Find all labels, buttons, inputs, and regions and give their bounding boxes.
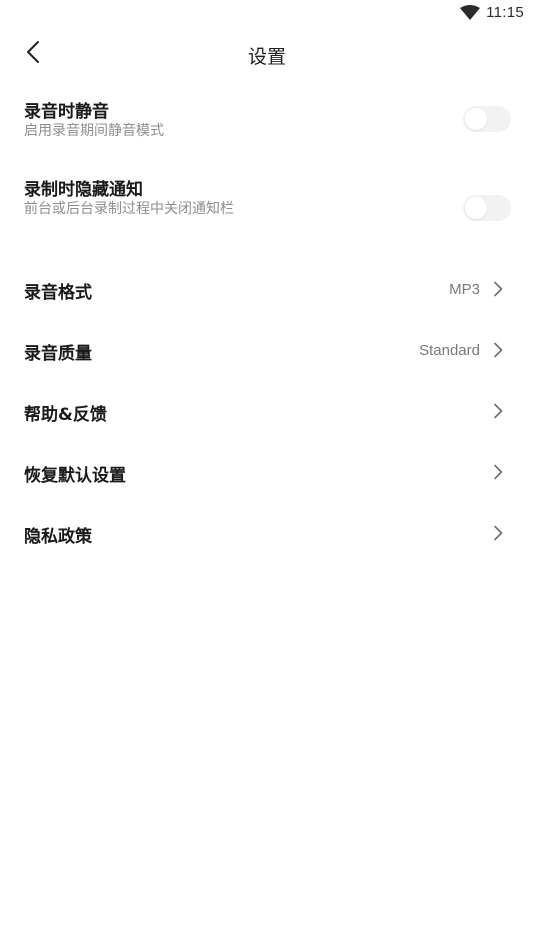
toggle-row-mute-while-recording: 录音时静音 启用录音期间静音模式: [0, 92, 534, 152]
mute-while-recording-switch[interactable]: [463, 106, 511, 132]
nav-item-help-feedback[interactable]: 帮助&反馈: [0, 383, 534, 439]
chevron-right-icon: [492, 403, 504, 419]
nav-label: 帮助&反馈: [24, 405, 107, 425]
chevron-right-icon: [492, 525, 504, 541]
nav-item-recording-quality[interactable]: 录音质量 Standard: [0, 322, 534, 378]
nav-item-recording-format[interactable]: 录音格式 MP3: [0, 261, 534, 317]
nav-label: 录音格式: [24, 283, 92, 303]
chevron-right-icon: [492, 464, 504, 480]
chevron-right-icon: [492, 342, 504, 358]
status-right: 11:15: [460, 4, 524, 21]
wifi-icon: [460, 4, 481, 21]
nav-value: MP3: [449, 281, 480, 298]
nav-label: 恢复默认设置: [24, 466, 126, 486]
status-bar: 11:15: [0, 0, 534, 28]
row-subtitle: 前台或后台录制过程中关闭通知栏: [24, 201, 234, 217]
nav-value: Standard: [419, 342, 480, 359]
chevron-right-icon: [492, 281, 504, 297]
app-bar: 设置: [0, 28, 534, 80]
page-title: 设置: [247, 46, 286, 68]
switch-knob: [465, 197, 487, 219]
hide-notification-switch[interactable]: [463, 195, 511, 221]
toggle-row-hide-notification: 录制时隐藏通知 前台或后台录制过程中关闭通知栏: [0, 171, 534, 231]
nav-item-restore-defaults[interactable]: 恢复默认设置: [0, 444, 534, 500]
nav-item-privacy-policy[interactable]: 隐私政策: [0, 505, 534, 561]
switch-knob: [465, 108, 487, 130]
status-time: 11:15: [486, 4, 524, 21]
row-title: 录制时隐藏通知: [24, 180, 143, 200]
nav-label: 隐私政策: [24, 527, 92, 547]
row-title: 录音时静音: [24, 102, 109, 122]
row-subtitle: 启用录音期间静音模式: [24, 123, 164, 139]
nav-label: 录音质量: [24, 344, 92, 364]
